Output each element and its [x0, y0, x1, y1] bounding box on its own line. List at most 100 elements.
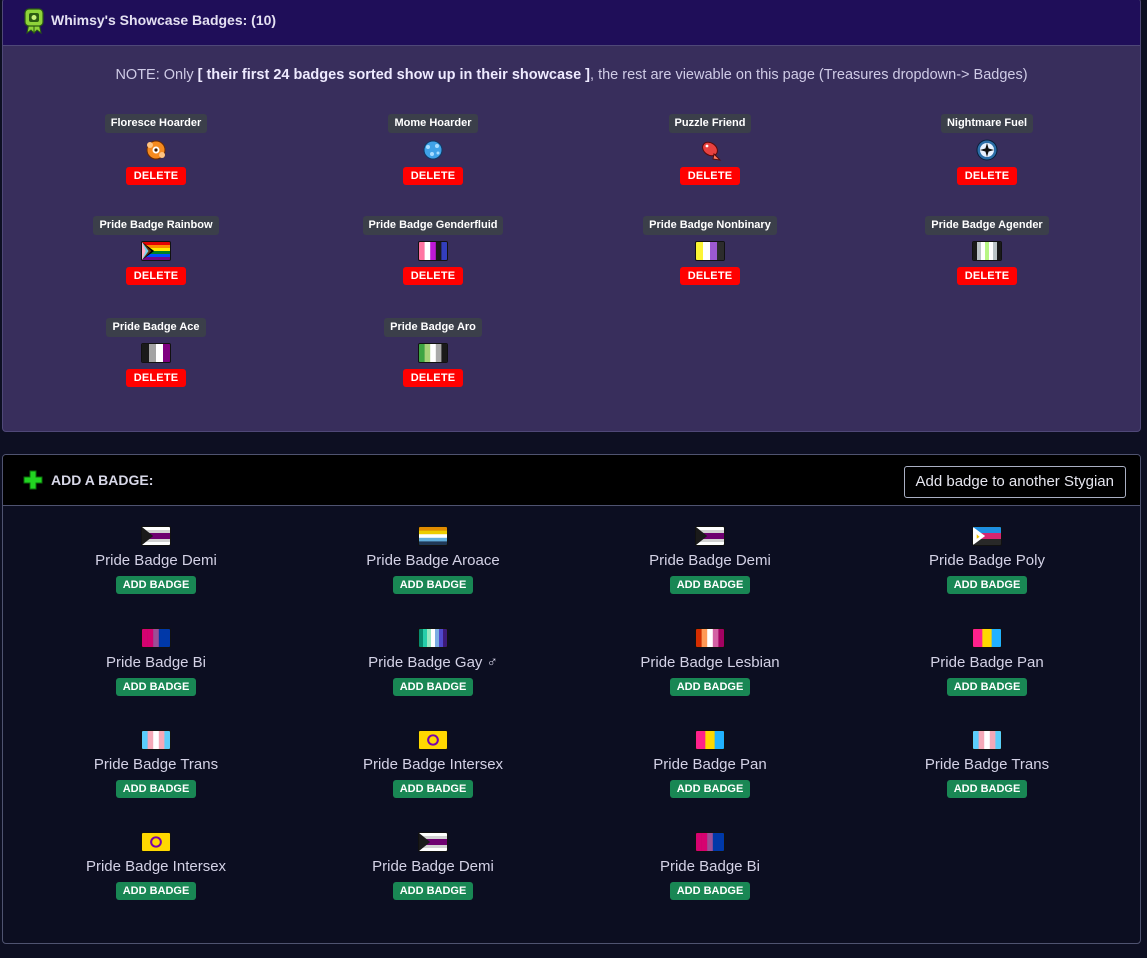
mome-icon — [423, 140, 443, 160]
gay-flag-icon — [418, 628, 448, 648]
note-bold: [ their first 24 badges sorted show up i… — [197, 67, 591, 83]
add-badge-button[interactable]: ADD BADGE — [946, 576, 1028, 594]
delete-badge-button[interactable]: DELETE — [402, 167, 464, 185]
showcase-badge-item: Pride Badge Aro DELETE — [353, 317, 513, 407]
delete-badge-button[interactable]: DELETE — [125, 167, 187, 185]
add-badge-button[interactable]: ADD BADGE — [392, 678, 474, 696]
trans-flag-icon — [972, 730, 1002, 750]
aro-flag-icon — [418, 343, 448, 363]
showcase-badge-item: Pride Badge Nonbinary DELETE — [630, 215, 790, 305]
add-badge-name: Pride Badge Demi — [649, 552, 771, 569]
showcase-badge-item: Puzzle Friend DELETE — [630, 113, 790, 203]
add-badge-name: Pride Badge Bi — [105, 654, 207, 671]
showcase-badge-item: Nightmare Fuel DELETE — [907, 113, 1067, 203]
badge-name-tag: Pride Badge Rainbow — [93, 216, 219, 235]
delete-badge-button[interactable]: DELETE — [679, 267, 741, 285]
add-badge-item: Pride Badge Poly ADD BADGE — [867, 526, 1107, 610]
add-badge-button[interactable]: ADD BADGE — [392, 780, 474, 798]
add-badge-button[interactable]: ADD BADGE — [669, 780, 751, 798]
badge-name-tag: Nightmare Fuel — [940, 114, 1034, 133]
add-badge-button[interactable]: ADD BADGE — [669, 882, 751, 900]
add-badge-item: Pride Badge Pan ADD BADGE — [590, 730, 830, 814]
add-badge-button[interactable]: ADD BADGE — [669, 576, 751, 594]
nightmare-compass-icon — [976, 139, 998, 161]
ace-flag-icon — [141, 343, 171, 363]
add-badge-button[interactable]: ADD BADGE — [115, 576, 197, 594]
aroace-flag-icon — [418, 526, 448, 546]
add-badge-item: Pride Badge Demi ADD BADGE — [590, 526, 830, 610]
add-badge-item: Pride Badge Demi ADD BADGE — [36, 526, 276, 610]
delete-badge-button[interactable]: DELETE — [125, 267, 187, 285]
poly-flag-icon — [972, 526, 1002, 546]
trans-flag-icon — [141, 730, 171, 750]
intersex-flag-icon — [141, 832, 171, 852]
showcase-badge-item: Pride Badge Genderfluid DELETE — [353, 215, 513, 305]
add-badge-item: Pride Badge Aroace ADD BADGE — [313, 526, 553, 610]
add-badge-item: Pride Badge Demi ADD BADGE — [313, 832, 553, 916]
add-badge-item: Pride Badge Trans ADD BADGE — [867, 730, 1107, 814]
note-prefix: NOTE: Only — [115, 67, 198, 83]
add-badge-item: Pride Badge Trans ADD BADGE — [36, 730, 276, 814]
add-badge-name: Pride Badge Lesbian — [640, 654, 780, 671]
add-badge-name: Pride Badge Intersex — [85, 858, 227, 875]
add-badge-button[interactable]: ADD BADGE — [392, 576, 474, 594]
add-badge-button[interactable]: ADD BADGE — [115, 780, 197, 798]
add-badge-item: Pride Badge Lesbian ADD BADGE — [590, 628, 830, 712]
delete-badge-button[interactable]: DELETE — [125, 369, 187, 387]
genderfluid-flag-icon — [418, 241, 448, 261]
add-badge-button[interactable]: ADD BADGE — [669, 678, 751, 696]
add-badge-header: ADD A BADGE: Add badge to another Stygia… — [3, 455, 1140, 506]
badge-name-tag: Puzzle Friend — [668, 114, 752, 133]
add-badge-to-another-stygian-button[interactable]: Add badge to another Stygian — [903, 466, 1126, 498]
add-badge-name: Pride Badge Intersex — [362, 756, 504, 773]
add-badge-button[interactable]: ADD BADGE — [115, 882, 197, 900]
showcase-badge-item: Pride Badge Ace DELETE — [76, 317, 236, 407]
intersex-flag-icon — [418, 730, 448, 750]
add-badge-name: Pride Badge Demi — [372, 858, 494, 875]
add-badge-name: Pride Badge Aroace — [366, 552, 500, 569]
add-badge-item: Pride Badge Pan ADD BADGE — [867, 628, 1107, 712]
delete-badge-button[interactable]: DELETE — [679, 167, 741, 185]
add-badge-button[interactable]: ADD BADGE — [115, 678, 197, 696]
badge-name-tag: Floresce Hoarder — [104, 114, 208, 133]
add-badge-name: Pride Badge Trans — [93, 756, 219, 773]
showcase-badge-item: Mome Hoarder DELETE — [353, 113, 513, 203]
showcase-title: Whimsy's Showcase Badges: (10) — [51, 12, 277, 28]
award-ribbon-icon — [24, 8, 44, 34]
add-badge-name: Pride Badge Bi — [659, 858, 761, 875]
agender-flag-icon — [972, 241, 1002, 261]
delete-badge-button[interactable]: DELETE — [956, 267, 1018, 285]
badge-name-tag: Pride Badge Nonbinary — [643, 216, 777, 235]
add-badge-name: Pride Badge Trans — [924, 756, 1050, 773]
add-badge-item: Pride Badge Gay ♂ ADD BADGE — [313, 628, 553, 712]
bi-flag-icon — [695, 832, 725, 852]
add-badge-name: Pride Badge Poly — [929, 552, 1045, 569]
showcase-badge-item: Pride Badge Agender DELETE — [907, 215, 1067, 305]
showcase-badge-item: Floresce Hoarder DELETE — [76, 113, 236, 203]
add-badge-item: Pride Badge Bi ADD BADGE — [590, 832, 830, 916]
add-badge-title: ADD A BADGE: — [51, 472, 154, 488]
showcase-note: NOTE: Only [ their first 24 badges sorte… — [3, 67, 1140, 83]
pan-flag-icon — [695, 730, 725, 750]
add-badge-button[interactable]: ADD BADGE — [946, 780, 1028, 798]
add-badge-name: Pride Badge Pan — [653, 756, 767, 773]
add-badge-button[interactable]: ADD BADGE — [392, 882, 474, 900]
rainbow-flag-icon — [141, 241, 171, 261]
pan-flag-icon — [972, 628, 1002, 648]
showcase-badge-item: Pride Badge Rainbow DELETE — [76, 215, 236, 305]
add-badge-button[interactable]: ADD BADGE — [946, 678, 1028, 696]
bi-flag-icon — [141, 628, 171, 648]
showcase-panel: Whimsy's Showcase Badges: (10) NOTE: Onl… — [2, 0, 1141, 432]
badge-name-tag: Pride Badge Agender — [925, 216, 1049, 235]
badge-name-tag: Mome Hoarder — [388, 114, 478, 133]
note-suffix: , the rest are viewable on this page (Tr… — [590, 67, 1028, 83]
delete-badge-button[interactable]: DELETE — [402, 267, 464, 285]
badge-name-tag: Pride Badge Aro — [384, 318, 482, 337]
demi-flag-icon — [141, 526, 171, 546]
delete-badge-button[interactable]: DELETE — [402, 369, 464, 387]
delete-badge-button[interactable]: DELETE — [956, 167, 1018, 185]
puzzle-fish-icon — [702, 141, 722, 161]
add-badge-item: Pride Badge Intersex ADD BADGE — [313, 730, 553, 814]
add-badge-panel: ADD A BADGE: Add badge to another Stygia… — [2, 454, 1141, 944]
lesbian-flag-icon — [695, 628, 725, 648]
